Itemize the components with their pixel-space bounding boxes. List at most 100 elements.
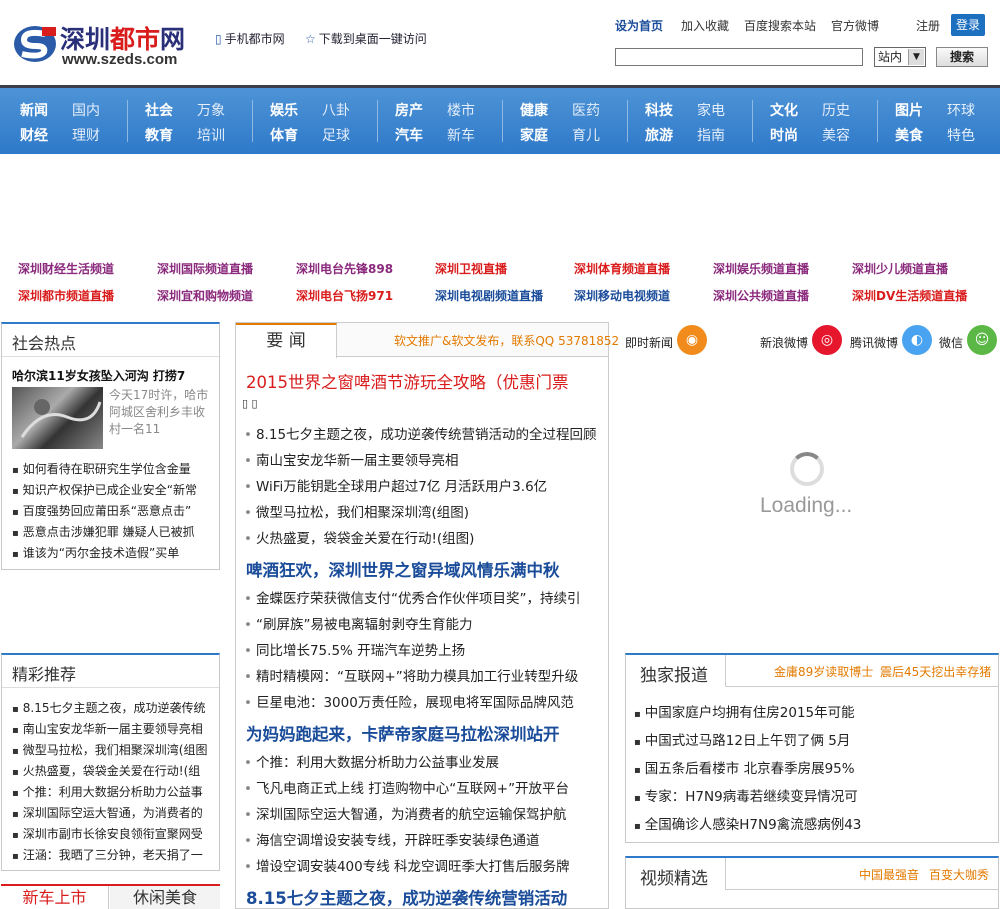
nav-item-图片[interactable]: 图片: [895, 100, 923, 120]
hot-news-item[interactable]: 谁该为“丙尔金技术造假”买单: [12, 544, 212, 561]
channel-link[interactable]: 深圳娱乐频道直播: [713, 260, 809, 277]
nav-item-社会[interactable]: 社会: [145, 100, 173, 120]
add-fav-link[interactable]: 加入收藏: [681, 17, 729, 34]
channel-link[interactable]: 深圳卫视直播: [435, 260, 507, 277]
news-item[interactable]: 火热盛夏，袋袋金关爱在行动!(组图): [244, 527, 606, 547]
nav-item-医药[interactable]: 医药: [572, 100, 600, 120]
nav-item-育儿[interactable]: 育儿: [572, 125, 600, 145]
channel-link[interactable]: 深圳国际频道直播: [157, 260, 253, 277]
nav-item-八卦[interactable]: 八卦: [322, 100, 350, 120]
nav-item-时尚[interactable]: 时尚: [770, 125, 798, 145]
channel-link[interactable]: 深圳宜和购物频道: [157, 287, 253, 304]
channel-link[interactable]: 深圳少儿频道直播: [852, 260, 948, 277]
nav-item-美容[interactable]: 美容: [822, 125, 850, 145]
search-scope-select[interactable]: 站内 ▼: [874, 47, 926, 67]
exclusive-link-2[interactable]: 震后45天挖出幸存猪: [880, 663, 991, 680]
hot-news-item[interactable]: 恶意点击涉嫌犯罪 嫌疑人已被抓: [12, 523, 212, 540]
sina-weibo-icon[interactable]: ◎: [812, 325, 842, 355]
exclusive-item[interactable]: 专家：H7N9病毒若继续变异情况可: [634, 785, 989, 805]
nav-item-娱乐[interactable]: 娱乐: [270, 100, 298, 120]
channel-link[interactable]: 深圳电台飞扬971: [296, 287, 393, 304]
news-item[interactable]: 微型马拉松，我们相聚深圳湾(组图): [244, 501, 606, 521]
recommend-item[interactable]: 微型马拉松，我们相聚深圳湾(组图: [12, 741, 212, 758]
headline-headline1[interactable]: 2015世界之窗啤酒节游玩全攻略（优惠门票: [246, 369, 569, 393]
channel-link[interactable]: 深圳DV生活频道直播: [852, 287, 967, 304]
nav-item-新车[interactable]: 新车: [447, 125, 475, 145]
recommend-item[interactable]: 个推：利用大数据分析助力公益事: [12, 783, 212, 800]
exclusive-link-1[interactable]: 金庸89岁读取博士: [774, 663, 873, 680]
channel-link[interactable]: 深圳电视剧频道直播: [435, 287, 543, 304]
nav-item-旅游[interactable]: 旅游: [645, 125, 673, 145]
nav-item-培训[interactable]: 培训: [197, 125, 225, 145]
tab-food[interactable]: 休闲美食: [110, 886, 220, 909]
nav-item-新闻[interactable]: 新闻: [20, 100, 48, 120]
baidu-search-link[interactable]: 百度搜索本站: [744, 17, 816, 34]
nav-item-足球[interactable]: 足球: [322, 125, 350, 145]
search-button[interactable]: 搜索: [936, 47, 988, 67]
tab-main-news[interactable]: 要 闻: [236, 323, 337, 358]
nav-item-理财[interactable]: 理财: [72, 125, 100, 145]
news-item[interactable]: 南山宝安龙华新一届主要领导亮相: [244, 449, 606, 469]
nav-item-科技[interactable]: 科技: [645, 100, 673, 120]
nav-item-健康[interactable]: 健康: [520, 100, 548, 120]
news-item[interactable]: 个推：利用大数据分析助力公益事业发展: [244, 751, 606, 771]
recommend-item[interactable]: 深圳国际空运大智通，为消费者的: [12, 804, 212, 821]
exclusive-item[interactable]: 国五条后看楼市 北京春季房展95%: [634, 757, 989, 777]
news-item[interactable]: 增设空调安装400专线 科龙空调旺季大打售后服务牌: [244, 855, 606, 875]
register-link[interactable]: 注册: [916, 17, 940, 34]
wechat-label[interactable]: 微信: [939, 334, 963, 351]
headline-headline2[interactable]: 啤酒狂欢，深圳世界之窗异域风情乐满中秋: [246, 557, 560, 581]
channel-link[interactable]: 深圳电台先锋898: [296, 260, 393, 277]
news-item[interactable]: 精时精模网：“互联网+”将助力模具加工行业转型升级: [244, 665, 606, 685]
exclusive-item[interactable]: 中国家庭户均拥有住房2015年可能: [634, 701, 989, 721]
news-item[interactable]: 金蝶医疗荣获微信支付“优秀合作伙伴项目奖”，持续引: [244, 587, 606, 607]
video-link-2[interactable]: 百变大咖秀: [929, 866, 989, 883]
recommend-item[interactable]: 深圳市副市长徐安良领衔宣聚网受: [12, 825, 212, 842]
news-item[interactable]: 深圳国际空运大智通，为消费者的航空运输保驾护航: [244, 803, 606, 823]
exclusive-item[interactable]: 全国确诊人感染H7N9禽流感病例43: [634, 813, 989, 833]
nav-item-教育[interactable]: 教育: [145, 125, 173, 145]
news-item[interactable]: 海信空调增设安装专线，开辟旺季安装绿色通道: [244, 829, 606, 849]
desktop-link[interactable]: ☆ 下载到桌面一键访问: [305, 30, 427, 47]
tab-new-car[interactable]: 新车上市: [1, 886, 109, 909]
rss-icon[interactable]: ◉: [677, 325, 707, 355]
news-item[interactable]: 8.15七夕主题之夜，成功逆袭传统营销活动的全过程回顾: [244, 423, 606, 443]
recommend-item[interactable]: 南山宝安龙华新一届主要领导亮相: [12, 720, 212, 737]
news-item[interactable]: “刷屏族”易被电离辐射剥夺生育能力: [244, 613, 606, 633]
channel-link[interactable]: 深圳都市频道直播: [18, 287, 114, 304]
hot-news-item[interactable]: 知识产权保护已成企业安全“新常: [12, 481, 212, 498]
news-item[interactable]: 同比增长75.5% 开瑞汽车逆势上扬: [244, 639, 606, 659]
search-input[interactable]: [615, 48, 863, 66]
nav-item-汽车[interactable]: 汽车: [395, 125, 423, 145]
nav-item-指南[interactable]: 指南: [697, 125, 725, 145]
channel-link[interactable]: 深圳移动电视频道: [574, 287, 670, 304]
instant-news-label[interactable]: 即时新闻: [625, 334, 673, 351]
set-home-link[interactable]: 设为首页: [615, 17, 663, 34]
hot-news-item[interactable]: 如何看待在职研究生学位含金量: [12, 460, 212, 477]
nav-item-体育[interactable]: 体育: [270, 125, 298, 145]
hot-top-title[interactable]: 哈尔滨11岁女孩坠入河沟 打捞7: [12, 367, 212, 384]
nav-item-国内[interactable]: 国内: [72, 100, 100, 120]
wechat-icon[interactable]: ☺: [967, 325, 997, 355]
exclusive-item[interactable]: 中国式过马路12日上午罚了俩 5月: [634, 729, 989, 749]
headline-headline3[interactable]: 为妈妈跑起来，卡萨帝家庭马拉松深圳站开: [246, 721, 560, 745]
tencent-weibo-icon[interactable]: ◐: [902, 325, 932, 355]
video-link-1[interactable]: 中国最强音: [859, 866, 919, 883]
weibo-link[interactable]: 官方微博: [831, 17, 879, 34]
headline-headline4[interactable]: 8.15七夕主题之夜，成功逆袭传统营销活动: [246, 885, 567, 909]
login-button[interactable]: 登录: [951, 14, 985, 36]
channel-link[interactable]: 深圳公共频道直播: [713, 287, 809, 304]
nav-item-楼市[interactable]: 楼市: [447, 100, 475, 120]
hot-news-item[interactable]: 百度强势回应莆田系“恶意点击”: [12, 502, 212, 519]
nav-item-环球[interactable]: 环球: [947, 100, 975, 120]
mobile-link[interactable]: ▯ 手机都市网: [215, 30, 285, 47]
hot-top-photo[interactable]: [12, 387, 103, 449]
nav-item-万象[interactable]: 万象: [197, 100, 225, 120]
news-item[interactable]: 飞凡电商正式上线 打造购物中心“互联网+”开放平台: [244, 777, 606, 797]
sina-weibo-label[interactable]: 新浪微博: [760, 334, 808, 351]
recommend-item[interactable]: 汪涵：我晒了三分钟，老天捐了一: [12, 846, 212, 863]
nav-item-历史[interactable]: 历史: [822, 100, 850, 120]
news-item[interactable]: WiFi万能钥匙全球用户超过7亿 月活跃用户3.6亿: [244, 475, 606, 495]
recommend-item[interactable]: 8.15七夕主题之夜，成功逆袭传统: [12, 699, 212, 716]
nav-item-家庭[interactable]: 家庭: [520, 125, 548, 145]
